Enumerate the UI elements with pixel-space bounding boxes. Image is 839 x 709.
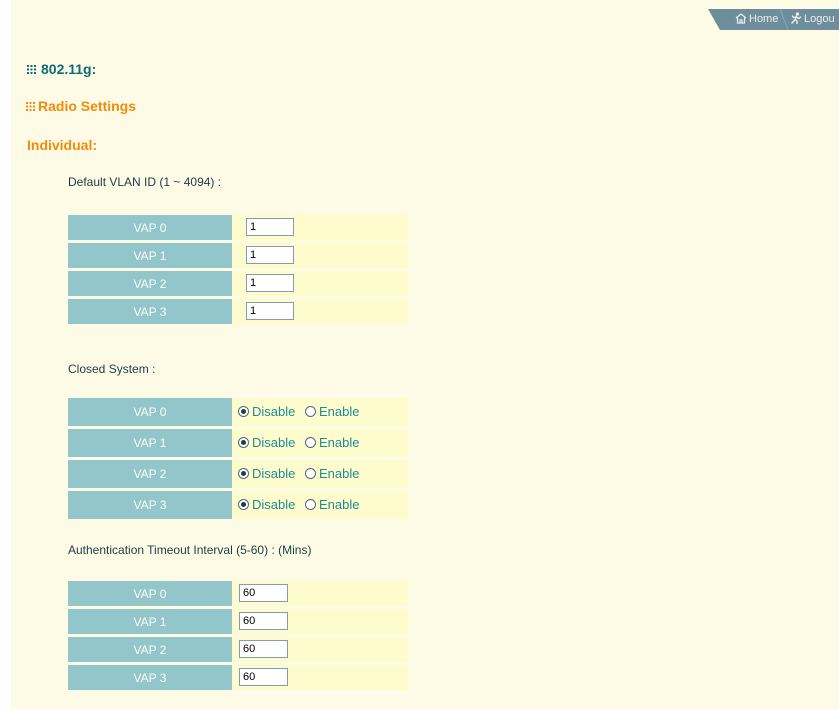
vap-label: VAP 1 [68, 609, 232, 634]
vap-label: VAP 1 [68, 429, 232, 457]
vlan-id-input-vap0[interactable] [246, 218, 294, 237]
vap-label: VAP 3 [68, 299, 232, 324]
radio-selected-icon[interactable] [238, 437, 249, 448]
table-row: VAP 2 [68, 271, 408, 296]
enable-radio-vap1[interactable]: Enable [303, 435, 359, 450]
auth-timeout-table: VAP 0 VAP 1 VAP 2 VAP 3 [68, 578, 408, 693]
home-icon [735, 13, 747, 24]
radio-unselected-icon[interactable] [304, 437, 316, 448]
radio-selected-icon[interactable] [238, 468, 249, 479]
enable-option-label: Enable [318, 497, 360, 512]
closed-system-radio-group-vap3: Disable Enable [236, 497, 359, 512]
vap-label: VAP 2 [68, 637, 232, 662]
enable-option-label: Enable [318, 466, 360, 481]
vap-label: VAP 2 [68, 460, 232, 488]
logout-link[interactable]: Logou [790, 12, 835, 27]
table-row: VAP 3 Disable Enable [68, 491, 408, 519]
closed-system-table: VAP 0 Disable Enable VAP 1 Disable Enabl… [68, 395, 408, 522]
top-nav: Home Logou [708, 9, 839, 30]
table-row: VAP 2 Disable Enable [68, 460, 408, 488]
vap-label: VAP 3 [68, 491, 232, 519]
table-row: VAP 0 [68, 581, 408, 606]
table-row: VAP 2 [68, 637, 408, 662]
table-row: VAP 1 Disable Enable [68, 429, 408, 457]
disable-option-label: Disable [252, 466, 296, 481]
home-label: Home [749, 13, 779, 25]
group-heading: Individual: [27, 137, 97, 153]
vap-label: VAP 0 [68, 581, 232, 606]
vlan-id-input-vap2[interactable] [246, 274, 294, 293]
table-row: VAP 1 [68, 243, 408, 268]
table-row: VAP 0 Disable Enable [68, 398, 408, 426]
vap-label: VAP 3 [68, 665, 232, 690]
disable-option-label: Disable [252, 497, 296, 512]
vlan-id-table: VAP 0 VAP 1 VAP 2 VAP 3 [68, 212, 408, 327]
vap-label: VAP 2 [68, 271, 232, 296]
radio-selected-icon[interactable] [238, 499, 249, 510]
disable-radio-vap1[interactable]: Disable [236, 435, 295, 450]
closed-system-label: Closed System : [68, 362, 156, 376]
radio-unselected-icon[interactable] [304, 468, 316, 479]
vap-label: VAP 1 [68, 243, 232, 268]
auth-timeout-label: Authentication Timeout Interval (5-60) :… [68, 543, 312, 557]
closed-system-radio-group-vap2: Disable Enable [236, 466, 359, 481]
vap-label: VAP 0 [68, 215, 232, 240]
enable-radio-vap0[interactable]: Enable [303, 404, 359, 419]
vap-label: VAP 0 [68, 398, 232, 426]
table-row: VAP 3 [68, 299, 408, 324]
table-row: VAP 1 [68, 609, 408, 634]
vlan-id-label: Default VLAN ID (1 ~ 4094) : [68, 175, 222, 189]
band-heading: 802.11g: [27, 61, 96, 77]
table-row: VAP 3 [68, 665, 408, 690]
radio-unselected-icon[interactable] [304, 499, 316, 510]
disable-radio-vap0[interactable]: Disable [236, 404, 295, 419]
enable-radio-vap3[interactable]: Enable [303, 497, 359, 512]
disable-radio-vap3[interactable]: Disable [236, 497, 295, 512]
radio-selected-icon[interactable] [238, 406, 249, 417]
grid-bullet-icon [27, 65, 36, 74]
auth-timeout-input-vap1[interactable] [239, 612, 288, 631]
auth-timeout-input-vap3[interactable] [239, 668, 288, 687]
band-heading-text: 802.11g: [41, 61, 97, 77]
section-heading-text: Radio Settings [38, 98, 137, 114]
closed-system-radio-group-vap1: Disable Enable [236, 435, 359, 450]
disable-option-label: Disable [252, 435, 296, 450]
home-link[interactable]: Home [735, 12, 778, 27]
enable-option-label: Enable [318, 435, 360, 450]
disable-radio-vap2[interactable]: Disable [236, 466, 295, 481]
vlan-id-input-vap3[interactable] [246, 302, 294, 321]
enable-radio-vap2[interactable]: Enable [303, 466, 359, 481]
enable-option-label: Enable [318, 404, 360, 419]
running-man-icon [791, 12, 802, 25]
auth-timeout-input-vap0[interactable] [239, 584, 288, 603]
disable-option-label: Disable [252, 404, 296, 419]
logout-label: Logou [804, 13, 835, 25]
closed-system-radio-group-vap0: Disable Enable [236, 404, 359, 419]
section-heading: Radio Settings [26, 98, 136, 114]
grid-bullet-icon [26, 102, 35, 111]
auth-timeout-input-vap2[interactable] [239, 640, 288, 659]
radio-unselected-icon[interactable] [304, 406, 316, 417]
table-row: VAP 0 [68, 215, 408, 240]
vlan-id-input-vap1[interactable] [246, 246, 294, 265]
